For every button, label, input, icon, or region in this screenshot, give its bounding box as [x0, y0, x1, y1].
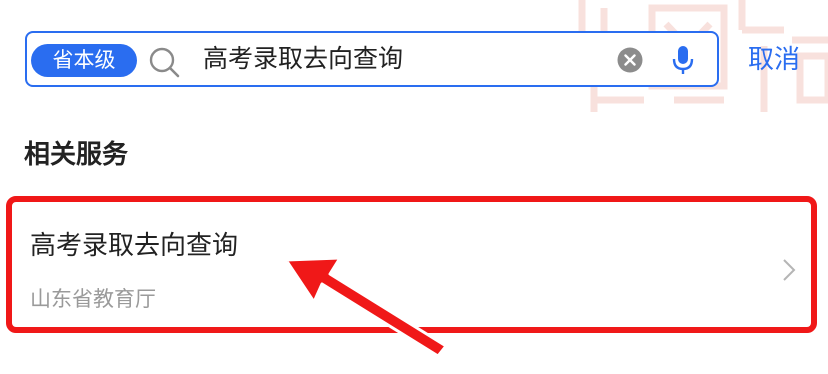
microphone-icon[interactable] — [671, 45, 695, 75]
chevron-right-icon — [783, 259, 796, 281]
service-title: 高考录取去向查询 — [30, 231, 239, 261]
search-icon — [149, 47, 180, 78]
search-input[interactable]: 高考录取去向查询 — [203, 33, 403, 85]
section-title: 相关服务 — [24, 140, 129, 170]
service-department: 山东省教育厅 — [30, 287, 156, 311]
cancel-button[interactable]: 取消 — [748, 40, 800, 80]
clear-icon[interactable] — [617, 47, 643, 73]
search-results-page: 省本级 高考录取去向查询 取消 相关服务 高考录取去向查询 山东省教育厅 — [0, 0, 828, 374]
search-bar[interactable]: 省本级 高考录取去向查询 — [25, 31, 719, 87]
scope-selector-button[interactable]: 省本级 — [31, 44, 137, 77]
arrow-annotation-icon — [284, 256, 448, 358]
